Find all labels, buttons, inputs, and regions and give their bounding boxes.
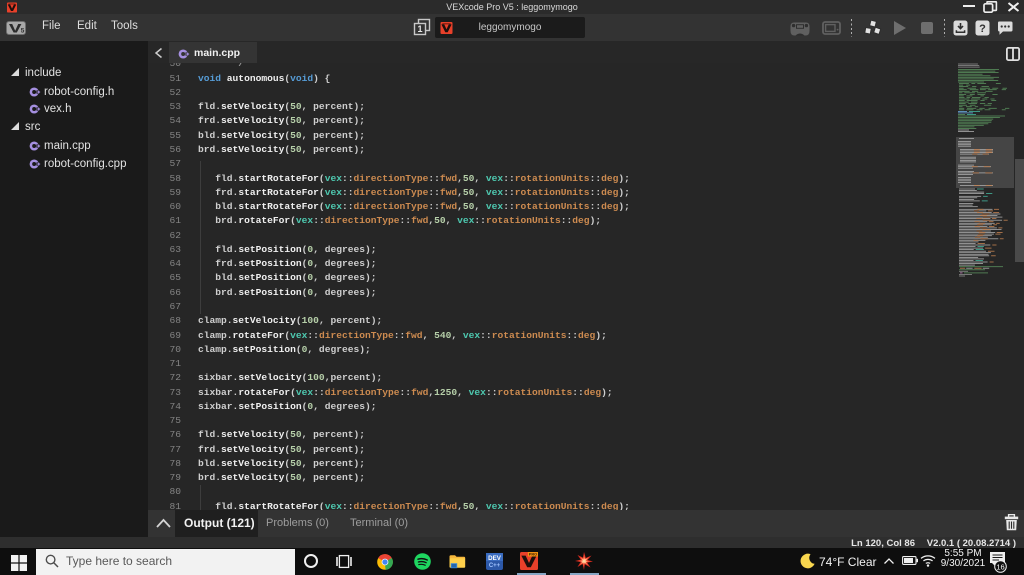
svg-text:?: ? <box>979 23 986 35</box>
svg-text:DEV: DEV <box>488 555 502 562</box>
svg-text:PRO: PRO <box>529 553 537 557</box>
svg-text:C++: C++ <box>489 563 501 569</box>
svg-text:1: 1 <box>417 24 422 34</box>
svg-text:5: 5 <box>21 27 25 34</box>
svg-text:16: 16 <box>996 562 1004 571</box>
